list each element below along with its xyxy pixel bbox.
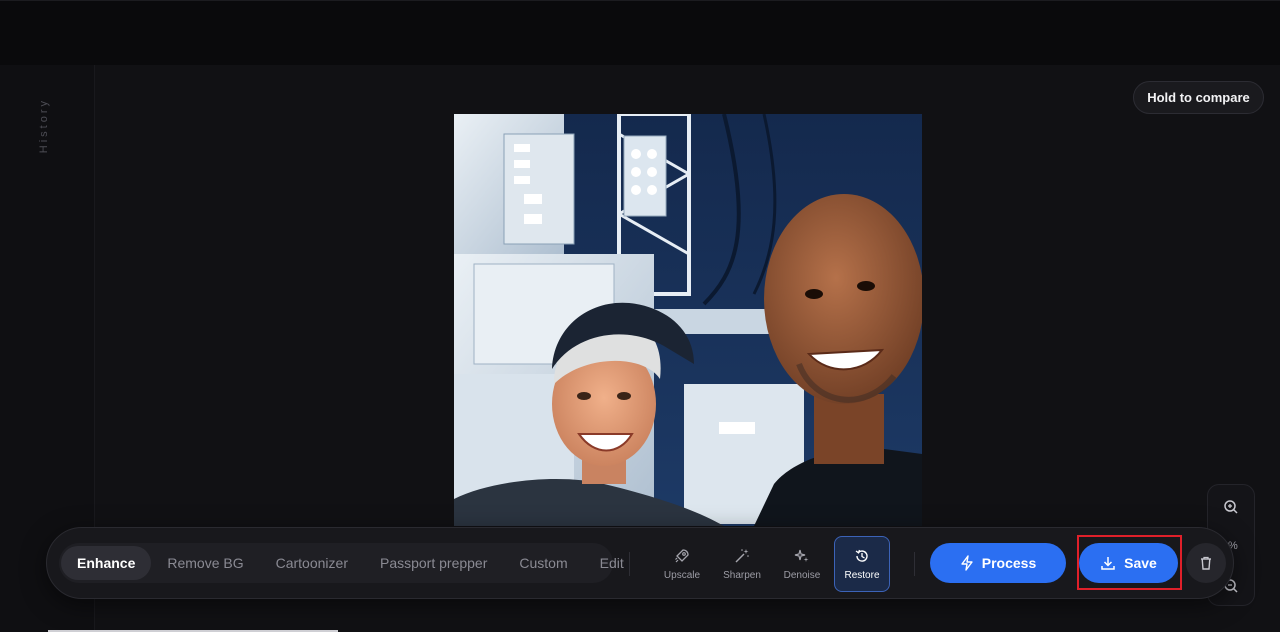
sharpen-label: Sharpen — [723, 570, 761, 581]
lightning-icon — [961, 555, 973, 571]
download-icon — [1101, 557, 1115, 570]
mode-tabs: Enhance Remove BG Cartoonizer Passport p… — [59, 543, 624, 583]
hold-to-compare-button[interactable]: Hold to compare — [1133, 81, 1264, 114]
denoise-tool[interactable]: Denoise — [774, 536, 830, 592]
zoom-in-icon — [1224, 500, 1238, 514]
restore-label: Restore — [844, 570, 880, 581]
trash-icon — [1201, 556, 1211, 570]
history-label: History — [38, 98, 50, 154]
toolbar-divider — [914, 552, 915, 576]
sparkle-icon — [793, 547, 811, 565]
app-window: History Hold to compare % Enhance Remove… — [0, 0, 1280, 632]
tab-cartoonizer[interactable]: Cartoonizer — [260, 546, 364, 580]
history-icon — [853, 547, 871, 565]
zoom-in-button[interactable] — [1220, 496, 1242, 518]
upscale-tool[interactable]: Upscale — [654, 536, 710, 592]
tab-enhance[interactable]: Enhance — [61, 546, 152, 580]
rocket-icon — [673, 547, 691, 565]
photo-illustration — [454, 114, 922, 526]
save-label: Save — [1124, 555, 1157, 571]
process-button[interactable]: Process — [930, 543, 1066, 583]
sharpen-tool[interactable]: Sharpen — [714, 536, 770, 592]
delete-button[interactable] — [1186, 543, 1226, 583]
denoise-label: Denoise — [783, 570, 821, 581]
save-button[interactable]: Save — [1079, 543, 1178, 583]
upscale-label: Upscale — [663, 570, 701, 581]
top-bar — [0, 0, 1280, 65]
tab-remove-bg[interactable]: Remove BG — [151, 546, 259, 580]
toolbar-divider — [629, 552, 630, 576]
restore-tool[interactable]: Restore — [834, 536, 890, 592]
process-label: Process — [981, 555, 1037, 571]
magic-wand-icon — [733, 547, 751, 565]
tab-edit[interactable]: Edit — [584, 546, 640, 580]
tab-passport-prepper[interactable]: Passport prepper — [364, 546, 503, 580]
image-preview[interactable] — [454, 114, 922, 526]
tab-custom[interactable]: Custom — [503, 546, 583, 580]
bottom-toolbar: Enhance Remove BG Cartoonizer Passport p… — [46, 527, 1234, 599]
